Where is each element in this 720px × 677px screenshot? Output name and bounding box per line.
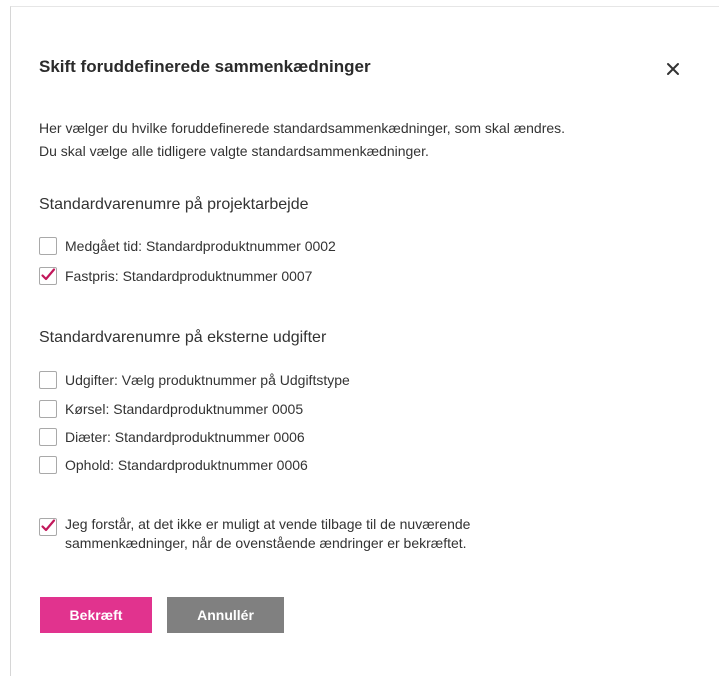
section-title-project-work: Standardvarenumre på projektarbejde: [39, 196, 309, 213]
checkbox[interactable]: [39, 400, 57, 418]
confirmation-line-2: sammenkædninger, når de ovenstående ændr…: [65, 535, 467, 551]
confirmation-checkbox-option[interactable]: Jeg forstår, at det ikke er muligt at ve…: [39, 515, 585, 553]
checkbox-option-fixed-price[interactable]: Fastpris: Standardproduktnummer 0007: [39, 266, 312, 286]
checkmark-icon: [41, 268, 56, 281]
checkbox[interactable]: [39, 456, 57, 474]
checkbox-option-elapsed-time[interactable]: Medgået tid: Standardproduktnummer 0002: [39, 236, 336, 256]
confirmation-text: Jeg forstår, at det ikke er muligt at ve…: [65, 515, 585, 553]
option-label: Ophold: Standardproduktnummer 0006: [65, 457, 308, 473]
checkbox[interactable]: [39, 237, 57, 255]
description-line-1: Her vælger du hvilke foruddefinerede sta…: [39, 120, 566, 136]
option-label: Udgifter: Vælg produktnummer på Udgiftst…: [65, 372, 350, 388]
checkbox[interactable]: [39, 428, 57, 446]
checkbox-option-expenses[interactable]: Udgifter: Vælg produktnummer på Udgiftst…: [39, 370, 350, 390]
option-label: Medgået tid: Standardproduktnummer 0002: [65, 238, 336, 254]
option-label: Diæter: Standardproduktnummer 0006: [65, 429, 305, 445]
checkbox-option-accommodation[interactable]: Ophold: Standardproduktnummer 0006: [39, 455, 308, 475]
option-label: Fastpris: Standardproduktnummer 0007: [65, 268, 313, 284]
dialog-title: Skift foruddefinerede sammenkædninger: [39, 57, 371, 76]
confirm-button[interactable]: Bekræft: [40, 597, 152, 633]
option-label: Kørsel: Standardproduktnummer 0005: [65, 401, 304, 417]
checkbox-checked[interactable]: [39, 267, 57, 285]
checkbox[interactable]: [39, 371, 57, 389]
cancel-button[interactable]: Annullér: [167, 597, 284, 633]
close-icon[interactable]: [663, 59, 683, 79]
checkmark-icon: [41, 519, 56, 532]
dialog-description: Her vælger du hvilke foruddefinerede sta…: [39, 117, 679, 163]
checkbox-option-mileage[interactable]: Kørsel: Standardproduktnummer 0005: [39, 399, 303, 419]
description-line-2: Du skal vælge alle tidligere valgte stan…: [39, 143, 429, 159]
section-title-external-expenses: Standardvarenumre på eksterne udgifter: [39, 329, 327, 346]
confirmation-line-1: Jeg forstår, at det ikke er muligt at ve…: [65, 516, 471, 532]
checkbox-checked[interactable]: [39, 518, 57, 536]
checkbox-option-per-diem[interactable]: Diæter: Standardproduktnummer 0006: [39, 427, 305, 447]
